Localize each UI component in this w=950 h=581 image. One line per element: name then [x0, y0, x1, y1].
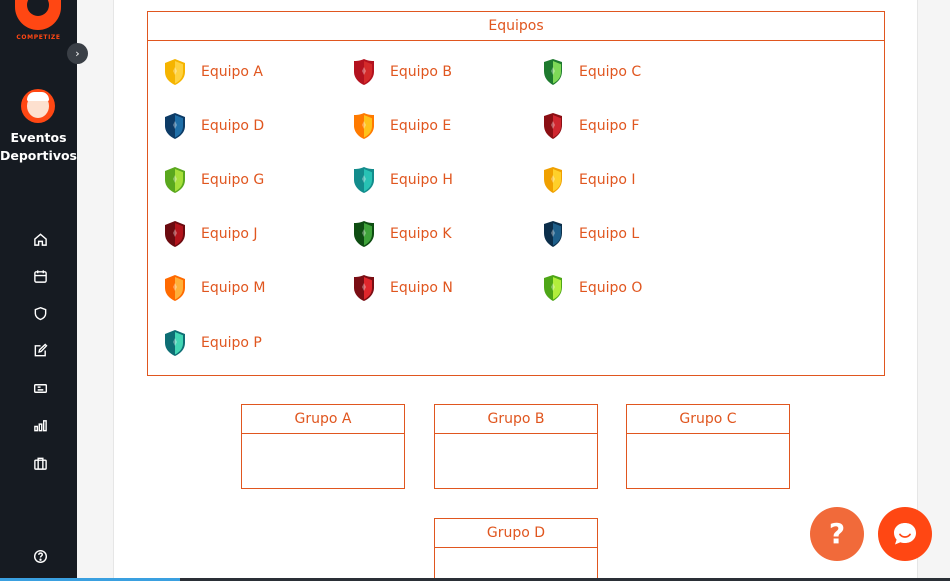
- chevron-right-icon: ›: [75, 47, 80, 60]
- team-crest-icon: [351, 219, 377, 249]
- group-a-box[interactable]: Grupo A: [241, 404, 405, 489]
- chart-icon[interactable]: [32, 417, 48, 433]
- team-crest-icon: [540, 57, 566, 87]
- team-item-equipo-h[interactable]: Equipo H: [351, 165, 453, 195]
- org-name: Eventos Deportivos: [0, 130, 77, 163]
- team-crest-icon: [162, 165, 188, 195]
- team-item-equipo-f[interactable]: Equipo F: [540, 111, 639, 141]
- help-circle-icon[interactable]: [32, 548, 48, 564]
- team-crest-icon: [351, 165, 377, 195]
- team-crest-icon: [540, 111, 566, 141]
- edit-icon[interactable]: [32, 342, 48, 358]
- team-item-equipo-m[interactable]: Equipo M: [162, 273, 265, 303]
- team-name: Equipo P: [201, 335, 262, 351]
- team-item-equipo-i[interactable]: Equipo I: [540, 165, 636, 195]
- group-d-box[interactable]: Grupo D: [434, 518, 598, 581]
- team-crest-icon: [540, 273, 566, 303]
- avatar[interactable]: [21, 89, 55, 123]
- team-crest-icon: [162, 273, 188, 303]
- team-name: Equipo L: [579, 226, 640, 242]
- team-name: Equipo N: [390, 280, 453, 296]
- group-c-title: Grupo C: [627, 405, 789, 434]
- team-name: Equipo H: [390, 172, 453, 188]
- ticket-icon[interactable]: [32, 380, 48, 396]
- group-c-box[interactable]: Grupo C: [626, 404, 790, 489]
- group-b-box[interactable]: Grupo B: [434, 404, 598, 489]
- team-name: Equipo D: [201, 118, 265, 134]
- team-item-equipo-b[interactable]: Equipo B: [351, 57, 452, 87]
- team-name: Equipo C: [579, 64, 642, 80]
- team-item-equipo-j[interactable]: Equipo J: [162, 219, 258, 249]
- team-name: Equipo G: [201, 172, 265, 188]
- help-button[interactable]: ?: [810, 507, 864, 561]
- team-item-equipo-a[interactable]: Equipo A: [162, 57, 263, 87]
- shield-icon[interactable]: [32, 305, 48, 321]
- team-item-equipo-n[interactable]: Equipo N: [351, 273, 453, 303]
- team-item-equipo-g[interactable]: Equipo G: [162, 165, 264, 195]
- team-crest-icon: [351, 57, 377, 87]
- team-crest-icon: [162, 111, 188, 141]
- logo-text: COMPETIZE: [16, 34, 61, 41]
- chat-button[interactable]: [878, 507, 932, 561]
- team-item-equipo-d[interactable]: Equipo D: [162, 111, 264, 141]
- sidebar: COMPETIZE Eventos Deportivos: [0, 0, 77, 581]
- team-name: Equipo E: [390, 118, 452, 134]
- team-name: Equipo I: [579, 172, 636, 188]
- team-item-equipo-k[interactable]: Equipo K: [351, 219, 452, 249]
- team-name: Equipo B: [390, 64, 453, 80]
- group-b-title: Grupo B: [435, 405, 597, 434]
- team-name: Equipo F: [579, 118, 640, 134]
- team-crest-icon: [162, 328, 188, 358]
- team-item-equipo-l[interactable]: Equipo L: [540, 219, 639, 249]
- chat-bubble-icon: [894, 523, 916, 545]
- calendar-icon[interactable]: [32, 268, 48, 284]
- briefcase-icon[interactable]: [32, 455, 48, 471]
- team-item-equipo-c[interactable]: Equipo C: [540, 57, 641, 87]
- team-name: Equipo K: [390, 226, 452, 242]
- team-crest-icon: [540, 165, 566, 195]
- team-item-equipo-e[interactable]: Equipo E: [351, 111, 451, 141]
- sidebar-collapse-button[interactable]: ›: [67, 43, 88, 64]
- teams-box-title: Equipos: [148, 12, 884, 41]
- team-name: Equipo J: [201, 226, 258, 242]
- home-icon[interactable]: [32, 231, 48, 247]
- competize-logo[interactable]: [15, 0, 61, 30]
- team-crest-icon: [540, 219, 566, 249]
- group-d-title: Grupo D: [435, 519, 597, 548]
- team-name: Equipo O: [579, 280, 643, 296]
- team-crest-icon: [351, 111, 377, 141]
- avatar-hair: [27, 92, 49, 101]
- group-a-title: Grupo A: [242, 405, 404, 434]
- team-crest-icon: [162, 57, 188, 87]
- team-item-equipo-o[interactable]: Equipo O: [540, 273, 642, 303]
- teams-box: Equipos Equipo A Equipo B Equipo C Equipo D…: [147, 11, 885, 376]
- team-crest-icon: [351, 273, 377, 303]
- team-crest-icon: [162, 219, 188, 249]
- team-name: Equipo M: [201, 280, 266, 296]
- team-name: Equipo A: [201, 64, 263, 80]
- team-item-equipo-p[interactable]: Equipo P: [162, 328, 262, 358]
